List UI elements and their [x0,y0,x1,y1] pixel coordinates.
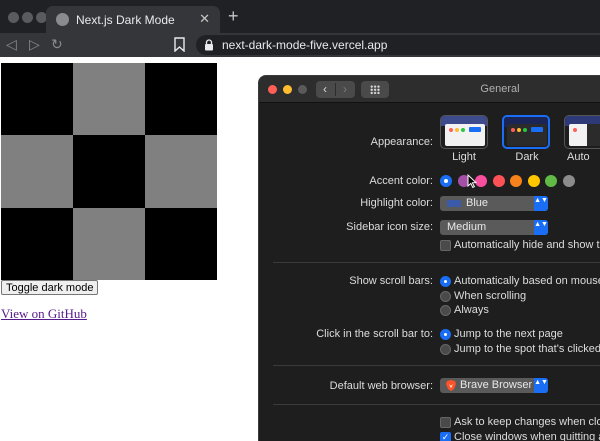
section-divider [273,262,600,263]
checker-cell [145,208,217,280]
jump-next-page-radio[interactable] [440,329,451,340]
default-browser-label: Default web browser: [329,380,433,392]
section-divider [273,404,600,405]
sidebar-icon-size-label: Sidebar icon size: [346,221,433,233]
ask-keep-changes-checkbox[interactable] [440,417,451,428]
popup-chevron-icon: ▲▼ [534,196,548,211]
appearance-label: Appearance: [370,136,433,148]
appearance-dark-thumbnail[interactable] [502,115,550,149]
close-windows-label: Close windows when quitting an a [454,431,600,441]
back-icon[interactable]: ◁ [6,36,17,53]
dark-dot-green [523,128,527,132]
accent-color-label: Accent color: [369,175,433,187]
scroll-always-label: Always [454,304,489,316]
lock-icon [205,39,213,51]
checker-cell [1,208,73,280]
browser-tab[interactable]: Next.js Dark Mode ✕ [46,6,220,33]
sidebar-icon-size-value: Medium [447,221,487,233]
browser-toolbar: ◁ ▷ ↻ next-dark-mode-five.vercel.app [0,33,600,57]
click-scroll-bar-label: Click in the scroll bar to: [316,328,433,340]
window-minimize-dot[interactable] [22,12,33,23]
checkerboard-grid [1,63,217,280]
dark-dot-red [511,128,515,132]
favicon-icon [56,13,69,26]
scroll-when-scrolling-label: When scrolling [454,290,527,302]
jump-to-spot-radio[interactable] [440,344,451,355]
browser-tab-bar: Next.js Dark Mode ✕ + [0,0,600,33]
checker-cell [1,135,73,208]
prefs-title: General [480,83,520,95]
accent-color-swatch[interactable] [492,175,505,187]
jump-to-spot-label: Jump to the spot that's clicked [454,343,600,355]
checker-cell [145,63,217,135]
appearance-auto-label: Auto [567,151,590,163]
auto-hide-menu-label: Automatically hide and show the m [454,239,600,251]
close-windows-checkbox[interactable]: ✓ [440,432,451,441]
default-browser-value: Brave Browser [460,379,533,391]
accent-color-swatch[interactable] [440,175,452,187]
brave-lion-icon [446,380,456,391]
mouse-cursor-icon [467,174,477,188]
dark-highlight-bar [531,127,543,132]
checker-cell [73,63,145,135]
show-scroll-bars-label: Show scroll bars: [349,275,433,287]
jump-next-page-label: Jump to the next page [454,328,563,340]
sidebar-icon-size-popup[interactable]: Medium ▲▼ [440,220,548,235]
light-dot-yellow [455,128,459,132]
scroll-always-radio[interactable] [440,305,451,316]
forward-icon[interactable]: ▷ [29,36,40,53]
light-dot-green [461,128,465,132]
highlight-color-value: Blue [466,197,489,209]
accent-color-swatch[interactable] [527,175,540,187]
popup-chevron-icon: ▲▼ [534,378,548,393]
highlight-color-popup[interactable]: Blue ▲▼ [440,196,548,211]
address-bar[interactable]: next-dark-mode-five.vercel.app [196,35,600,55]
github-link[interactable]: View on GitHub [1,306,87,322]
scroll-when-scrolling-radio[interactable] [440,291,451,302]
highlight-color-label: Highlight color: [360,197,433,209]
auto-dot-red [573,128,577,132]
bookmark-icon[interactable] [174,37,185,52]
light-highlight-bar [469,127,481,132]
light-dot-red [449,128,453,132]
appearance-light-thumbnail[interactable] [440,115,488,149]
checker-cell [73,208,145,280]
popup-chevron-icon: ▲▼ [534,220,548,235]
prefs-titlebar: ‹ › General [259,76,600,103]
window-close-dot[interactable] [8,12,19,23]
scroll-auto-radio[interactable] [440,276,451,287]
tab-title: Next.js Dark Mode [76,13,175,27]
url-text: next-dark-mode-five.vercel.app [222,38,388,52]
close-tab-icon[interactable]: ✕ [199,11,210,27]
appearance-light-label: Light [452,151,476,163]
checker-cell [145,135,217,208]
accent-color-swatch[interactable] [562,175,575,187]
toggle-dark-mode-button[interactable]: Toggle dark mode [1,280,99,295]
highlight-color-chip [447,200,461,207]
new-tab-button[interactable]: + [228,7,239,25]
scroll-auto-label: Automatically based on mouse or [454,275,600,287]
checker-cell [73,135,145,208]
accent-color-swatch[interactable] [510,175,522,187]
auto-hide-menu-checkbox[interactable] [440,240,451,251]
appearance-auto-thumbnail[interactable] [564,115,600,149]
default-browser-popup[interactable]: Brave Browser ▲▼ [440,378,548,393]
appearance-dark-label: Dark [515,151,539,163]
accent-color-swatch[interactable] [545,175,557,187]
dark-dot-yellow [517,128,521,132]
checker-cell [1,63,73,135]
ask-keep-changes-label: Ask to keep changes when closing [454,416,600,428]
system-preferences-window: ‹ › General Appearance: Light Dark Auto … [258,75,600,441]
section-divider [273,365,600,366]
reload-icon[interactable]: ↻ [51,36,63,53]
